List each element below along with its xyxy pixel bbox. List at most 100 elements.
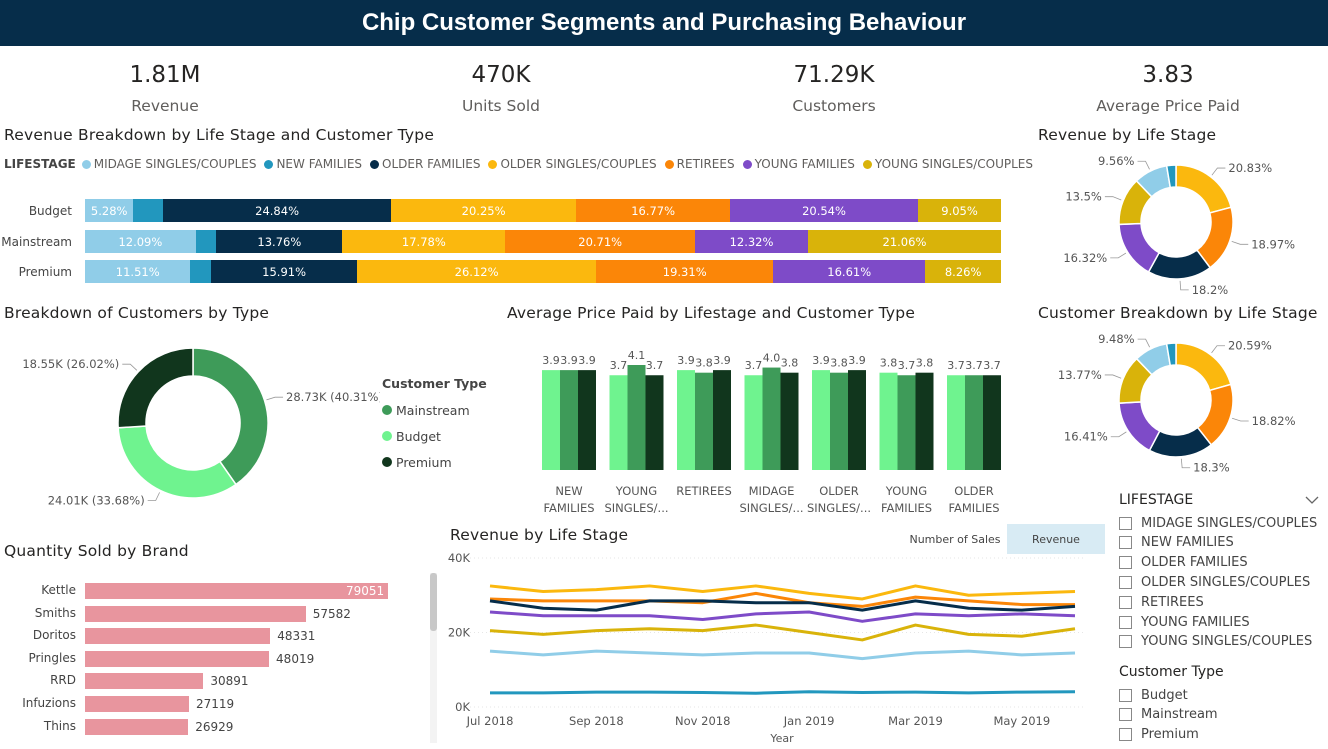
price-bar-budget[interactable] — [879, 372, 898, 470]
brand-bar[interactable] — [85, 696, 189, 712]
stack-bar-premium[interactable]: 11.51% 15.91% 26.12% 19.31% 16.61% 8.26% — [85, 260, 1001, 283]
price-bar-premium[interactable] — [645, 375, 664, 470]
bar-segment-retirees[interactable]: 16.77% — [576, 199, 730, 222]
donut-slice-older-singles-couples[interactable] — [1175, 342, 1232, 392]
brand-bar[interactable] — [85, 628, 271, 645]
price-bar-budget[interactable] — [947, 375, 965, 470]
brand-chart-scrollbar[interactable] — [430, 573, 437, 743]
brand-row-kettle[interactable]: Kettle 79051 — [0, 581, 430, 601]
checkbox[interactable] — [1119, 688, 1132, 702]
price-bar-premium[interactable] — [848, 370, 866, 470]
legend-item-midage-singles-couples[interactable]: MIDAGE SINGLES/COUPLES — [81, 157, 256, 171]
slicer-item-premium[interactable]: Premium — [1119, 724, 1199, 744]
bar-segment-new-families[interactable] — [190, 260, 212, 283]
bar-segment-young-singles-couples[interactable]: 9.05% — [918, 199, 1001, 222]
price-bar-premium[interactable] — [915, 372, 934, 470]
bar-segment-young-families[interactable]: 12.32% — [695, 230, 808, 253]
scrollbar-thumb[interactable] — [430, 573, 437, 631]
bar-segment-older-singles-couples[interactable]: 20.25% — [390, 199, 577, 222]
slicer-item-budget[interactable]: Budget — [1119, 685, 1188, 705]
checkbox[interactable] — [1119, 595, 1132, 609]
brand-row-infuzions[interactable]: Infuzions 27119 — [0, 694, 430, 714]
slicer-item-new-families[interactable]: NEW FAMILIES — [1119, 533, 1234, 553]
brand-row-pringles[interactable]: Pringles 48019 — [0, 649, 430, 669]
revenue-trend-chart[interactable]: 0K 20K 40K Jul 2018 Sep 2018 Nov 2018 Jan 2019… — [440, 548, 1110, 748]
checkbox[interactable] — [1119, 727, 1132, 741]
price-bar-mainstream[interactable] — [965, 375, 983, 470]
line-series-new-families[interactable] — [490, 690, 1076, 695]
price-bar-premium[interactable] — [983, 375, 1001, 470]
price-bar-mainstream[interactable] — [560, 370, 578, 470]
price-bar-premium[interactable] — [713, 370, 731, 470]
price-bar-budget[interactable] — [812, 370, 830, 470]
donut-slice-older-singles-couples[interactable] — [1175, 164, 1232, 214]
slicer-item-older-singles-couples[interactable]: OLDER SINGLES/COUPLES — [1119, 572, 1310, 592]
checkbox[interactable] — [1119, 635, 1132, 649]
checkbox[interactable] — [1119, 556, 1132, 570]
legend-item-young-singles-couples[interactable]: YOUNG SINGLES/COUPLES — [862, 157, 1033, 171]
legend-item-older-families[interactable]: OLDER FAMILIES — [370, 157, 480, 171]
price-bar-budget[interactable] — [609, 375, 628, 470]
price-bar-mainstream[interactable] — [627, 365, 646, 470]
legend-item-premium[interactable]: Premium — [382, 449, 487, 475]
customer-type-donut[interactable]: 28.73K (40.31%) 24.01K (33.68%) 18.55K (26… — [0, 335, 380, 513]
legend-item-new-families[interactable]: NEW FAMILIES — [264, 157, 362, 171]
donut-slice-mainstream[interactable] — [192, 347, 269, 486]
legend-item-budget[interactable]: Budget — [382, 423, 487, 449]
legend-item-young-families[interactable]: YOUNG FAMILIES — [742, 157, 855, 171]
checkbox[interactable] — [1119, 516, 1132, 530]
price-bar-mainstream[interactable] — [762, 367, 781, 470]
legend-item-retirees[interactable]: RETIREES — [664, 157, 735, 171]
line-series-young-families[interactable] — [489, 610, 1076, 623]
bar-segment-retirees[interactable]: 19.31% — [596, 260, 774, 283]
brand-row-doritos[interactable]: Doritos 48331 — [0, 626, 430, 646]
slicer-item-older-families[interactable]: OLDER FAMILIES — [1119, 553, 1248, 573]
checkbox[interactable] — [1119, 708, 1132, 721]
bar-segment-young-families[interactable]: 20.54% — [729, 199, 919, 222]
slicer-item-retirees[interactable]: RETIREES — [1119, 592, 1204, 612]
checkbox[interactable] — [1119, 536, 1132, 550]
bar-segment-older-families[interactable]: 15.91% — [211, 260, 357, 283]
donut-slice-young-families[interactable] — [1118, 401, 1161, 452]
legend-item-older-singles-couples[interactable]: OLDER SINGLES/COUPLES — [488, 157, 657, 171]
average-price-chart[interactable]: 3.9 3.9 3.9NEWFAMILIES3.74.13.7YOUNGSINGLE… — [520, 335, 1020, 520]
price-bar-mainstream[interactable] — [695, 372, 713, 470]
bar-segment-retirees[interactable]: 20.71% — [505, 230, 696, 253]
legend-item-mainstream[interactable]: Mainstream — [382, 397, 487, 423]
slicer-item-mainstream[interactable]: Mainstream — [1119, 705, 1218, 725]
price-bar-premium[interactable] — [780, 372, 799, 470]
slicer-item-midage-singles-couples[interactable]: MIDAGE SINGLES/COUPLES — [1119, 513, 1317, 533]
bar-segment-young-singles-couples[interactable]: 21.06% — [807, 230, 1001, 253]
brand-bar[interactable] — [85, 718, 189, 735]
brand-row-smiths[interactable]: Smiths 57582 — [0, 604, 430, 624]
bar-segment-new-families[interactable] — [133, 199, 164, 222]
donut-slice-young-families[interactable] — [1118, 222, 1161, 273]
brand-bar[interactable] — [85, 673, 204, 690]
line-series-midage-singles-couples[interactable] — [489, 649, 1076, 661]
donut-slice-premium[interactable] — [117, 347, 194, 429]
price-bar-budget[interactable] — [677, 370, 695, 470]
chevron-down-icon[interactable] — [1305, 495, 1319, 505]
bar-segment-midage-singles-couples[interactable]: 12.09% — [85, 230, 196, 253]
bar-segment-midage-singles-couples[interactable]: 5.28% — [85, 199, 134, 222]
stack-bar-budget[interactable]: 5.28% 24.84% 20.25% 16.77% 20.54% 9.05% — [85, 199, 1001, 222]
bar-segment-young-families[interactable]: 16.61% — [773, 260, 926, 283]
checkbox[interactable] — [1119, 575, 1132, 589]
bar-segment-older-singles-couples[interactable]: 26.12% — [356, 260, 597, 283]
bar-segment-older-families[interactable]: 13.76% — [216, 230, 343, 253]
brand-bar[interactable] — [85, 650, 270, 667]
customer-lifestage-donut[interactable]: 20.59% 18.82% 18.3% 16.41% 13.77% 9.48% — [1040, 328, 1328, 478]
slicer-item-young-singles-couples[interactable]: YOUNG SINGLES/COUPLES — [1119, 632, 1312, 652]
bar-segment-older-families[interactable]: 24.84% — [163, 199, 391, 222]
brand-row-thins[interactable]: Thins 26929 — [0, 717, 430, 737]
price-bar-mainstream[interactable] — [830, 372, 848, 470]
slicer-item-young-families[interactable]: YOUNG FAMILIES — [1119, 612, 1250, 632]
brand-bar[interactable] — [85, 583, 388, 599]
bar-segment-young-singles-couples[interactable]: 8.26% — [925, 260, 1001, 283]
brand-bar[interactable] — [85, 605, 306, 622]
checkbox[interactable] — [1119, 615, 1132, 629]
brand-row-rrd[interactable]: RRD 30891 — [0, 671, 430, 691]
stack-bar-mainstream[interactable]: 12.09% 13.76% 17.78% 20.71% 12.32% 21.06% — [85, 230, 1001, 253]
price-bar-budget[interactable] — [542, 370, 560, 470]
price-bar-mainstream[interactable] — [897, 375, 916, 470]
